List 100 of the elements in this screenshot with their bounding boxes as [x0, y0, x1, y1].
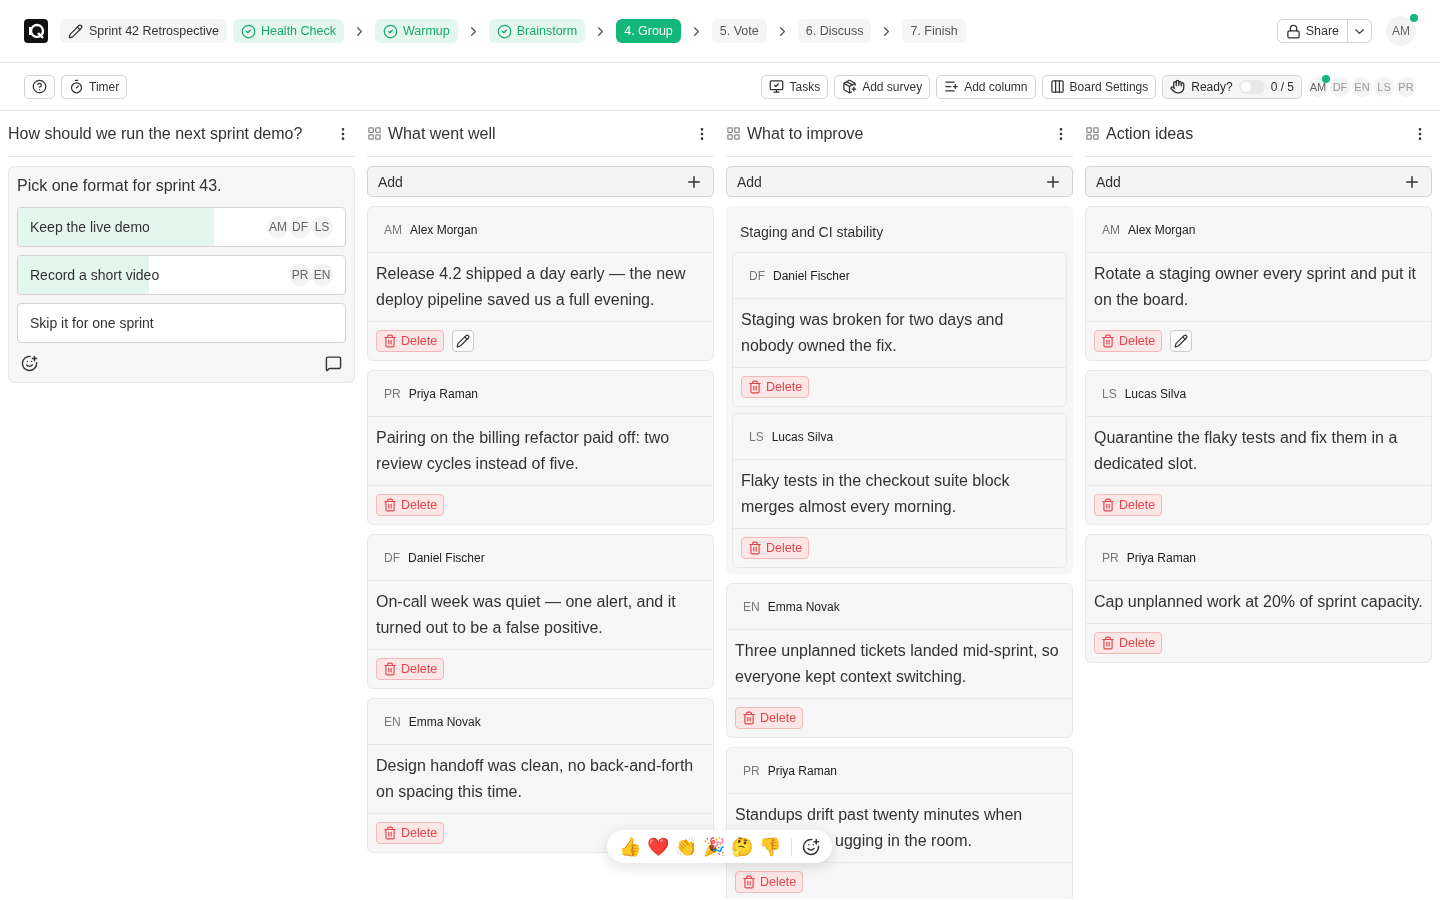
delete-button[interactable]: Delete	[376, 658, 445, 680]
ready-count: 0 / 5	[1270, 79, 1294, 94]
trash-icon	[742, 875, 756, 889]
note-text: Rotate a staging owner every sprint and put it on the board.	[1094, 264, 1417, 310]
logo	[24, 19, 48, 43]
delete-button[interactable]: Delete	[376, 330, 445, 352]
user-avatar[interactable]: AM	[1386, 16, 1416, 46]
participant-avatar: PR	[1396, 76, 1416, 97]
add-survey-button[interactable]: Add survey	[834, 74, 931, 99]
reaction-button[interactable]: 🎉	[703, 836, 725, 857]
note-text: Quarantine the flaky tests and fix them in a dedicated slot.	[1094, 428, 1399, 474]
voter-avatar: PR	[289, 264, 311, 286]
author-name: Lucas Silva	[771, 429, 834, 444]
delete-button[interactable]: Delete	[735, 871, 804, 893]
voter-avatar: EN	[311, 264, 333, 286]
author-name: Emma Novak	[408, 714, 481, 729]
poll-option[interactable]: Skip it for one sprint	[17, 303, 346, 343]
board-settings-button[interactable]: Board Settings	[1041, 74, 1157, 99]
author-name: Alex Morgan	[410, 222, 478, 237]
board-title-button[interactable]: Sprint 42 Retrospective	[60, 19, 227, 43]
step-tab[interactable]: 4. Group	[616, 19, 681, 43]
delete-button[interactable]: Delete	[376, 494, 445, 516]
poll-question: Pick one format for sprint 43.	[17, 177, 223, 195]
poll-title: How should we run the next sprint demo?	[8, 124, 304, 143]
step-tab[interactable]: 5. Vote	[711, 19, 767, 43]
hand-icon	[1170, 79, 1186, 94]
trash-icon	[383, 662, 397, 676]
trash-icon	[1101, 334, 1115, 348]
trash-icon	[1101, 498, 1115, 512]
step-tab[interactable]: 7. Finish	[902, 19, 966, 43]
note-text: Pairing on the billing refactor paid off: two review cycles instead of five.	[376, 428, 671, 474]
smile-plus-icon	[21, 355, 38, 372]
help-icon	[32, 79, 47, 94]
author-initials: PR	[384, 386, 401, 401]
trash-icon	[1101, 636, 1115, 650]
author-name: Priya Raman	[767, 763, 838, 778]
trash-icon	[383, 498, 397, 512]
delete-button[interactable]: Delete	[376, 822, 445, 844]
step-tab[interactable]: Warmup	[375, 19, 458, 43]
pencil-icon	[1174, 334, 1189, 348]
list-plus-icon	[944, 79, 960, 94]
participant-avatar: DF	[1330, 76, 1350, 97]
participant-avatar: AM	[1308, 76, 1328, 97]
author-initials: EN	[384, 714, 401, 729]
pencil-icon	[456, 334, 471, 348]
trash-icon	[383, 334, 397, 348]
edit-button[interactable]	[1170, 330, 1193, 352]
poll-option[interactable]: Record a short video PR EN	[17, 255, 346, 295]
author-initials: AM	[1102, 222, 1120, 237]
note-text: Standups drift past twenty minutes when	[735, 805, 1024, 825]
author-initials: LS	[1102, 386, 1117, 401]
pencil-icon	[68, 23, 83, 39]
delete-button[interactable]: Delete	[1094, 330, 1163, 352]
delete-button[interactable]: Delete	[735, 707, 804, 729]
check-circle-icon	[383, 23, 398, 39]
comment-button[interactable]	[325, 355, 342, 372]
note-text: ugging in the room.	[835, 831, 972, 851]
author-initials: DF	[749, 268, 765, 283]
step-tab[interactable]: 6. Discuss	[797, 19, 872, 43]
group-title: Staging and CI stability	[739, 223, 885, 242]
note-text: On-call week was quiet — one alert, and it turned out to be a false positive.	[376, 592, 677, 638]
trash-icon	[748, 541, 762, 555]
tasks-button[interactable]: Tasks	[761, 74, 829, 99]
reaction-button[interactable]: ❤	[647, 836, 669, 857]
author-name: Priya Raman	[408, 386, 479, 401]
voter-avatar: AM	[267, 216, 289, 238]
trash-icon	[742, 711, 756, 725]
monitor-check-icon	[769, 79, 785, 94]
author-initials: AM	[384, 222, 402, 237]
author-name: Daniel Fischer	[408, 550, 485, 565]
delete-button[interactable]: Delete	[1094, 632, 1163, 654]
delete-button[interactable]: Delete	[741, 376, 810, 398]
add-card-button[interactable]: Add	[367, 166, 714, 197]
column-title: What went well	[388, 124, 497, 143]
author-name: Priya Raman	[1126, 550, 1197, 565]
author-name: Lucas Silva	[1124, 386, 1187, 401]
participant-avatar: EN	[1352, 76, 1372, 97]
note-text: Flaky tests in the checkout suite block merges almost every morning.	[741, 471, 1011, 517]
add-card-button[interactable]: Add	[726, 166, 1073, 197]
note-text: Design handoff was clean, no back-and-forth on spacing this time.	[376, 756, 695, 802]
participant-avatar: LS	[1374, 76, 1394, 97]
trash-icon	[383, 826, 397, 840]
add-reaction-button[interactable]	[802, 837, 820, 856]
author-name: Alex Morgan	[1128, 222, 1196, 237]
timer-button[interactable]: Timer	[61, 74, 128, 99]
delete-button[interactable]: Delete	[741, 537, 810, 559]
add-reaction-button[interactable]	[21, 355, 38, 372]
column-title: What to improve	[747, 124, 865, 143]
delete-button[interactable]: Delete	[1094, 494, 1163, 516]
help-button[interactable]	[24, 74, 55, 99]
poll-option[interactable]: Keep the live demo AM DF LS	[17, 207, 346, 247]
step-tab[interactable]: Health Check	[232, 19, 344, 43]
edit-button[interactable]	[452, 330, 475, 352]
grid-icon	[1085, 126, 1100, 141]
author-initials: PR	[1102, 550, 1119, 565]
check-circle-icon	[240, 23, 256, 39]
add-column-button[interactable]: Add column	[936, 74, 1036, 99]
step-tab[interactable]: Brainstorm	[488, 19, 586, 43]
add-card-button[interactable]: Add	[1085, 166, 1432, 197]
note-text: Release 4.2 shipped a day early — the new deploy pipeline saved us a full evening.	[376, 264, 687, 310]
